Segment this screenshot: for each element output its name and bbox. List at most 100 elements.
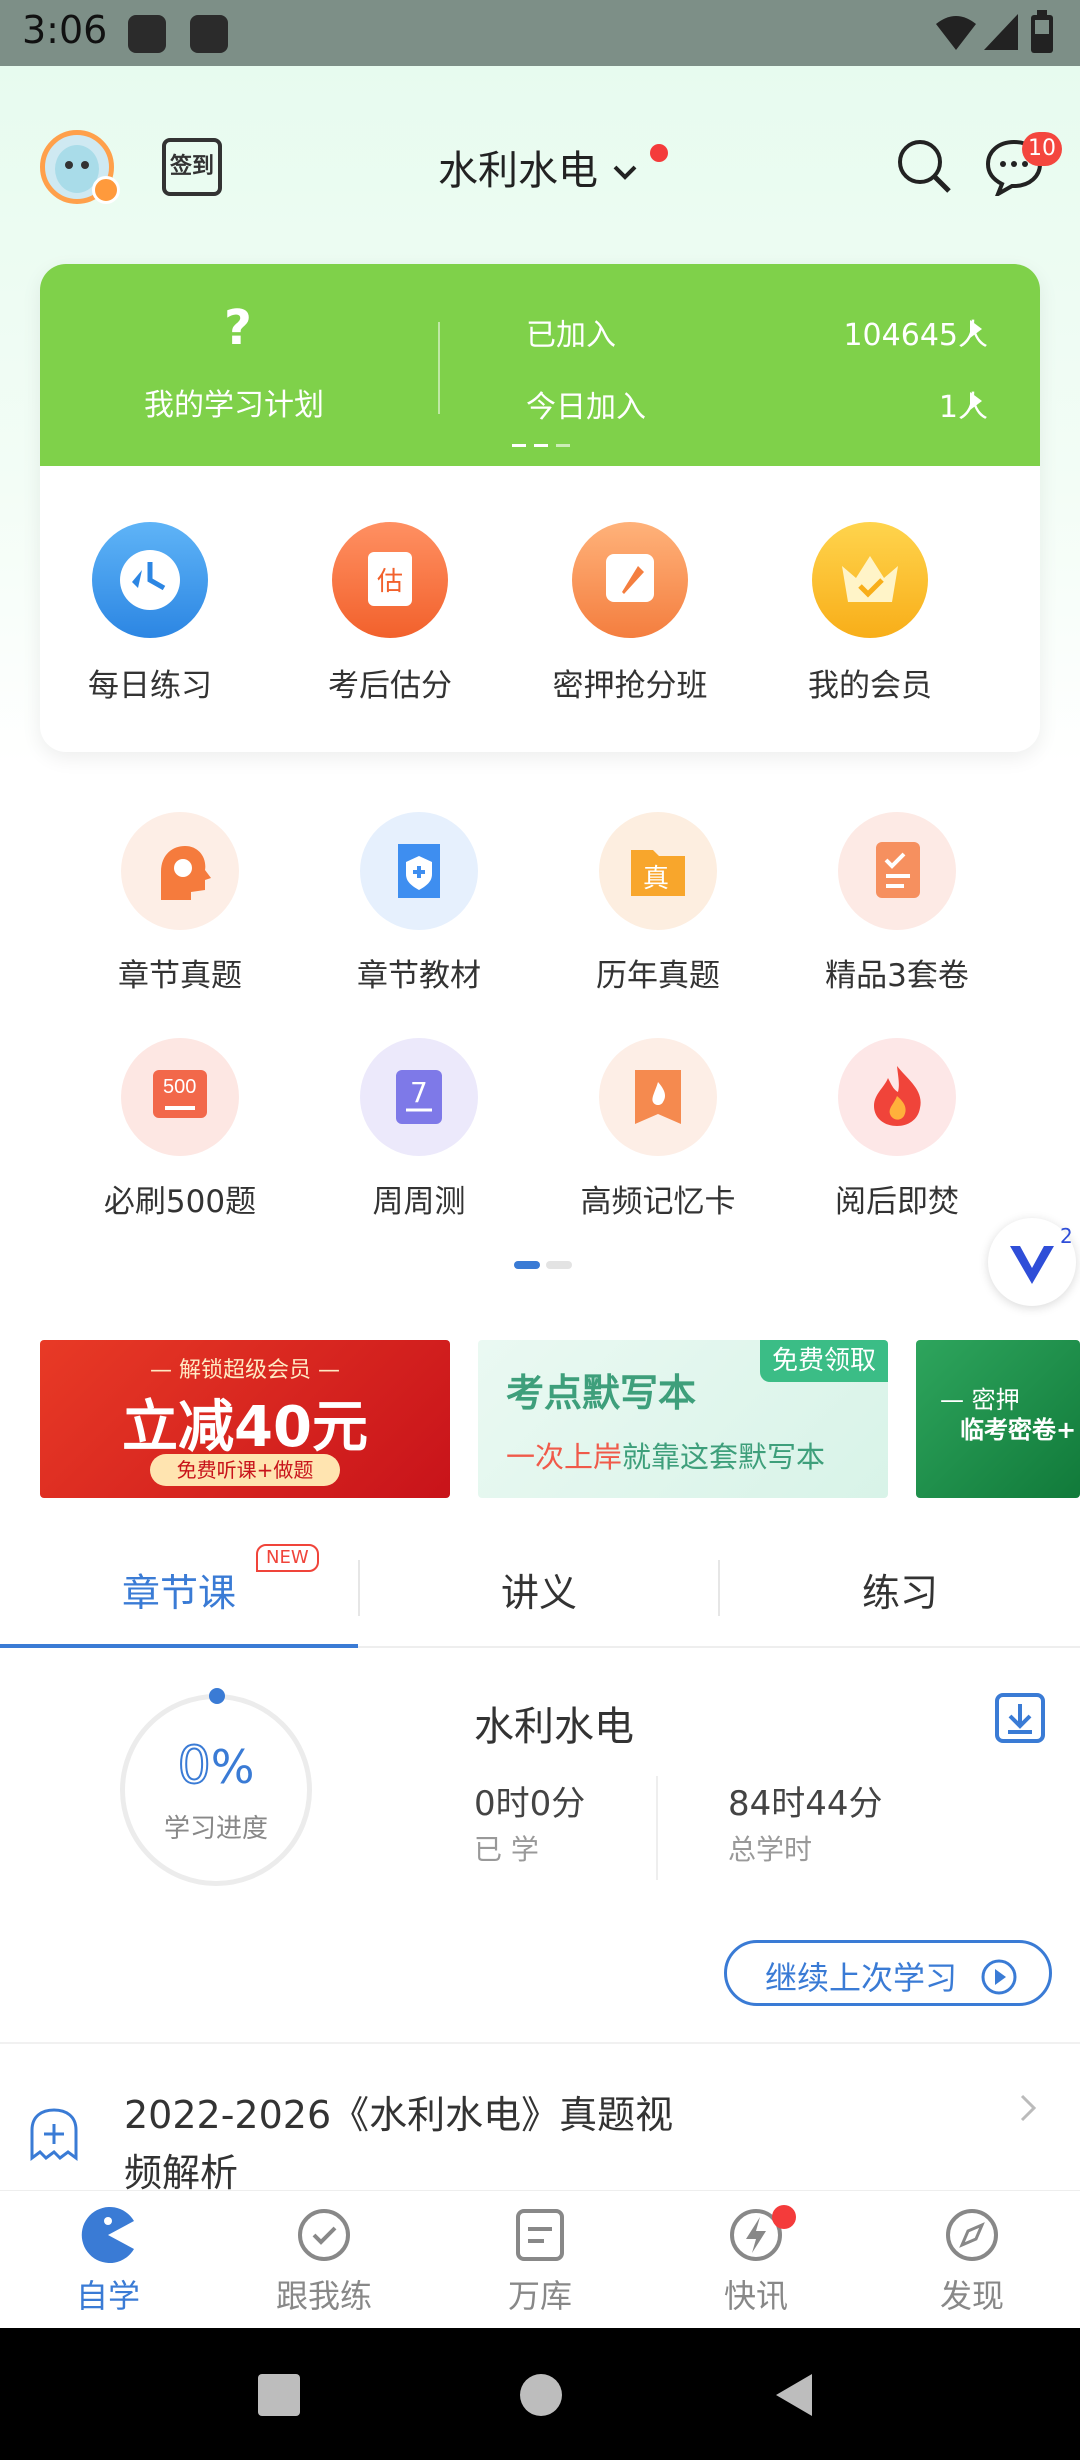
- back-button[interactable]: [774, 2372, 814, 2418]
- banner-notebook[interactable]: 考点默写本 免费领取 一次上岸就靠这套默写本: [478, 1340, 888, 1498]
- feature-membership[interactable]: 我的会员: [750, 522, 990, 705]
- banner-subtitle: 一次上岸就靠这套默写本: [506, 1434, 825, 1476]
- folder-icon: 真: [599, 812, 717, 930]
- calendar-7-text: 7: [410, 1076, 428, 1109]
- banner-title: 立减40元: [122, 1395, 368, 1460]
- divider: [656, 1776, 658, 1880]
- grid-label: 阅后即焚: [835, 1184, 959, 1220]
- study-plan-banner[interactable]: ? 我的学习计划 已加入 104645人 今日加入 1人: [40, 264, 1040, 466]
- download-icon[interactable]: [994, 1692, 1046, 1744]
- progress-value: 0%: [120, 1735, 312, 1797]
- wifi-icon: [936, 16, 976, 50]
- feature-secret-class[interactable]: 密押抢分班: [510, 522, 750, 705]
- grid-must-do-500[interactable]: 500 必刷500题: [60, 1038, 300, 1221]
- banner-free-tag: 免费领取: [759, 1340, 888, 1382]
- joined-count: 104645人: [843, 318, 988, 353]
- feature-score-estimate[interactable]: 估 考后估分: [270, 522, 510, 705]
- grid-memory-cards[interactable]: 高频记忆卡: [538, 1038, 778, 1221]
- chevron-right-icon: [1020, 2094, 1037, 2122]
- calendar-7-icon: 7: [360, 1038, 478, 1156]
- folder-text: 真: [643, 864, 670, 894]
- learned-label: 已 学: [474, 1833, 539, 1866]
- banner-text: — 解锁超级会员 —: [150, 1358, 340, 1383]
- continue-label: 继续上次学习: [765, 1959, 958, 1997]
- progress-unit: %: [210, 1740, 255, 1794]
- system-nav-bar: [0, 2328, 1080, 2460]
- today-label: 今日加入: [526, 390, 646, 425]
- nav-label: 万库: [507, 2277, 572, 2315]
- today-count: 1人: [938, 390, 988, 425]
- subject-selector[interactable]: 水利水电: [438, 138, 639, 196]
- course-ghost-icon: [30, 2108, 78, 2161]
- nav-label: 快讯: [723, 2277, 788, 2315]
- clipboard-icon: [838, 812, 956, 930]
- home-button[interactable]: [520, 2374, 562, 2416]
- banner-secret-papers[interactable]: — 密押 临考密卷+: [916, 1340, 1080, 1498]
- check-circle-icon: [298, 2209, 350, 2261]
- course-list-item[interactable]: 2022-2026《水利水电》真题视 频解析: [0, 2060, 1080, 2195]
- study-plan-card: ? 我的学习计划 已加入 104645人 今日加入 1人 每日练习 估 考后估分…: [40, 264, 1040, 752]
- 500-icon: 500: [121, 1038, 239, 1156]
- new-badge: NEW: [256, 1544, 319, 1572]
- course-title: 水利水电: [474, 1704, 634, 1750]
- document-icon: [516, 2209, 564, 2261]
- signin-button[interactable]: 签到: [162, 138, 222, 196]
- total-label: 总学时: [728, 1833, 813, 1866]
- play-circle-icon: [981, 1959, 1017, 1995]
- pacman-icon: [81, 2207, 134, 2263]
- play-arrow-icon: [970, 320, 982, 338]
- tab-handout[interactable]: 讲义: [360, 1550, 718, 1650]
- learned-time: 0时0分: [474, 1784, 586, 1824]
- grid-label: 历年真题: [596, 958, 720, 994]
- play-arrow-icon: [970, 392, 982, 410]
- nav-library[interactable]: 万库: [440, 2205, 640, 2317]
- feature-label: 我的会员: [808, 668, 932, 704]
- estimate-icon: 估: [332, 522, 448, 638]
- grid-chapter-questions[interactable]: 章节真题: [60, 812, 300, 995]
- rocket-icon: [572, 522, 688, 638]
- grid-premium-papers[interactable]: 精品3套卷: [777, 812, 1017, 995]
- grid-burn-after-reading[interactable]: 阅后即焚: [777, 1038, 1017, 1221]
- course-item-title-cont: 频解析: [124, 2151, 239, 2195]
- feature-label: 考后估分: [328, 668, 452, 704]
- battery-icon: [1031, 10, 1053, 53]
- banner-subtitle-b: 就靠这套默写本: [622, 1440, 826, 1474]
- nav-discover[interactable]: 发现: [872, 2205, 1072, 2317]
- nav-news[interactable]: 快讯: [656, 2205, 856, 2317]
- grid-label: 高频记忆卡: [580, 1184, 736, 1220]
- grid-weekly-test[interactable]: 7 周周测: [299, 1038, 539, 1221]
- grid-label: 章节教材: [357, 958, 481, 994]
- bottom-nav: 自学 跟我练 万库 快讯 发现: [0, 2190, 1080, 2328]
- banner-pill: 免费听课+做题: [150, 1454, 340, 1486]
- joined-label: 已加入: [526, 318, 616, 353]
- signal-icon: [984, 14, 1018, 50]
- grid-label: 周周测: [372, 1184, 466, 1220]
- flame-icon: [838, 1038, 956, 1156]
- page-indicator-active: [514, 1261, 540, 1269]
- divider: [438, 322, 440, 414]
- plan-question-mark: ?: [224, 300, 252, 356]
- recents-button[interactable]: [258, 2374, 300, 2416]
- search-icon[interactable]: [894, 136, 954, 196]
- grid-past-exams[interactable]: 真 历年真题: [538, 812, 778, 995]
- gear-head-icon: [121, 812, 239, 930]
- plan-title: 我的学习计划: [144, 388, 324, 423]
- tab-practice[interactable]: 练习: [720, 1550, 1080, 1650]
- nav-self-study[interactable]: 自学: [8, 2205, 208, 2317]
- svg-text:估: 估: [377, 567, 403, 597]
- nav-practice[interactable]: 跟我练: [224, 2205, 424, 2317]
- feature-daily-practice[interactable]: 每日练习: [40, 522, 270, 705]
- tab-bottom-border: [358, 1646, 1080, 1648]
- feature-label: 密押抢分班: [552, 668, 708, 704]
- grid-chapter-textbook[interactable]: 章节教材: [299, 812, 539, 995]
- tab-label: 练习: [861, 1571, 938, 1615]
- clock-icon: [92, 522, 208, 638]
- section-divider: [0, 2042, 1080, 2044]
- subject-label: 水利水电: [438, 148, 598, 194]
- continue-learning-button[interactable]: 继续上次学习: [724, 1940, 1052, 2006]
- notification-icon: [190, 15, 228, 53]
- progress-dot: [209, 1688, 225, 1704]
- nav-label: 自学: [75, 2277, 140, 2315]
- banner-member-discount[interactable]: — 解锁超级会员 — 立减40元 免费听课+做题: [40, 1340, 450, 1498]
- status-bar: 3:06: [0, 0, 1080, 66]
